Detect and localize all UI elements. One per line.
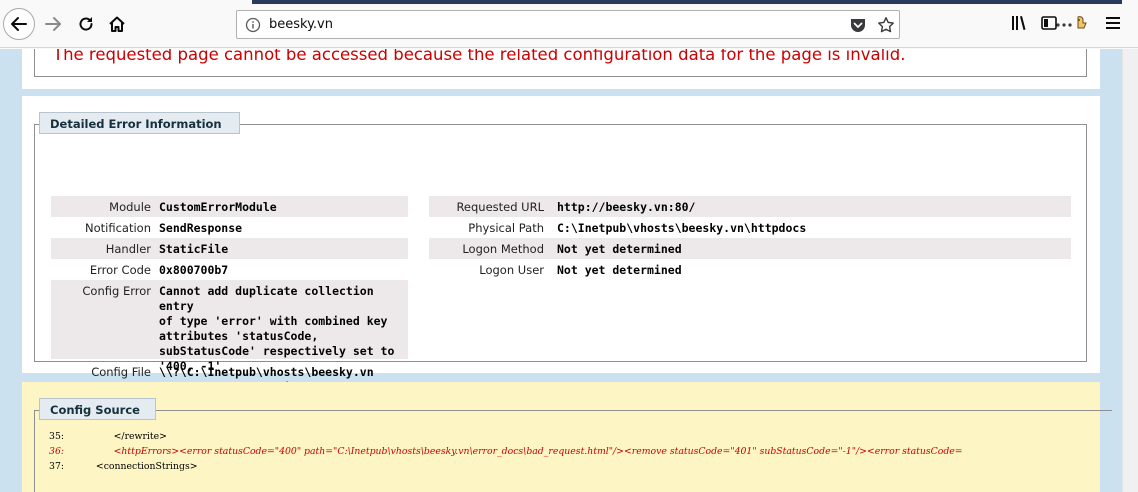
menu-icon[interactable]: [1104, 14, 1122, 32]
arrow-right-icon: [45, 17, 61, 31]
line-text: <httpErrors><error statusCode="400" path…: [90, 446, 963, 457]
library-icon[interactable]: [1010, 14, 1028, 32]
notification-value: SendResponse: [159, 221, 243, 235]
logon-user-label: Logon User: [479, 263, 544, 277]
config-source-heading: Config Source: [39, 398, 156, 420]
url-text[interactable]: beesky.vn: [269, 17, 333, 32]
line-number: 37:: [49, 461, 64, 472]
error-summary-box: The requested page cannot be accessed be…: [34, 49, 1087, 77]
logon-method-label: Logon Method: [462, 242, 544, 256]
pocket-icon[interactable]: [849, 16, 867, 34]
reload-button[interactable]: [70, 8, 102, 40]
arrow-left-icon: [11, 17, 27, 31]
logon-method-value: Not yet determined: [557, 242, 682, 256]
code-line: 37: <connectionStrings>: [22, 460, 198, 473]
back-button[interactable]: [3, 8, 35, 40]
toolbar-accent-line: [252, 0, 1122, 4]
config-error-label: Config Error: [82, 284, 151, 298]
module-value: CustomErrorModule: [159, 200, 277, 214]
handler-value: StaticFile: [159, 242, 229, 256]
browser-toolbar: beesky.vn: [0, 0, 1138, 48]
home-button[interactable]: [101, 8, 133, 40]
address-bar[interactable]: beesky.vn: [236, 10, 1072, 39]
code-line-highlighted: 36: <httpErrors><error statusCode="400" …: [22, 445, 963, 458]
code-line: 35: </rewrite>: [22, 430, 167, 443]
notification-label: Notification: [85, 221, 151, 235]
line-number: 36:: [49, 446, 64, 457]
requested-url-label: Requested URL: [456, 200, 544, 214]
error-code-value: 0x800700b7: [159, 263, 229, 277]
requested-url-value: http://beesky.vn:80/: [557, 200, 696, 214]
sidebar-icon[interactable]: [1040, 14, 1058, 32]
physical-path-value: C:\Inetpub\vhosts\beesky.vn\httpdocs: [557, 221, 807, 235]
detailed-error-heading: Detailed Error Information: [39, 112, 240, 134]
config-error-value: Cannot add duplicate collection entry of…: [159, 284, 395, 373]
error-message: The requested page cannot be accessed be…: [53, 49, 906, 64]
physical-path-label: Physical Path: [468, 221, 544, 235]
reload-icon: [79, 17, 93, 31]
line-text: </rewrite>: [90, 431, 167, 442]
line-text: <connectionStrings>: [90, 461, 198, 472]
detailed-error-panel: Detailed Error Information Module Custom…: [22, 96, 1100, 394]
forward-button[interactable]: [37, 8, 69, 40]
error-summary-panel: The requested page cannot be accessed be…: [22, 49, 1100, 89]
handler-label: Handler: [105, 242, 151, 256]
info-icon[interactable]: [245, 17, 261, 33]
page-content: The requested page cannot be accessed be…: [0, 49, 1122, 492]
logon-user-value: Not yet determined: [557, 263, 682, 277]
extension-icon[interactable]: [1072, 14, 1090, 32]
config-file-label: Config File: [91, 365, 151, 379]
vertical-scrollbar[interactable]: [1122, 49, 1138, 492]
error-code-label: Error Code: [89, 263, 151, 277]
bookmark-star-icon[interactable]: [877, 16, 895, 34]
config-source-panel: Config Source 35: </rewrite> 36: <httpEr…: [22, 382, 1112, 492]
module-label: Module: [109, 200, 151, 214]
line-number: 35:: [49, 431, 64, 442]
home-icon: [109, 16, 125, 32]
